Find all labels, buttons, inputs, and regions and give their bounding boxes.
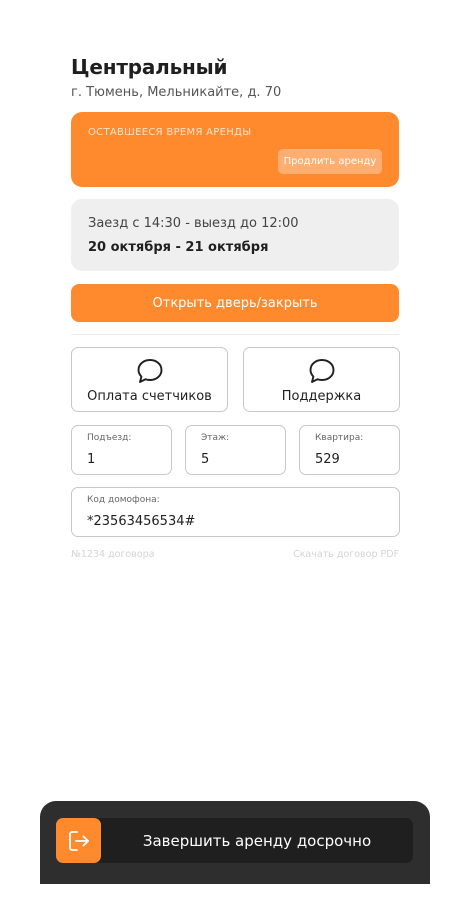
contract-number: №1234 договора	[71, 549, 155, 560]
remaining-rent-card: ОСТАВШЕЕСЯ ВРЕМЯ АРЕНДЫ Продлить аренду	[71, 112, 399, 187]
floor-label: Этаж:	[201, 433, 230, 443]
entrance-value: 1	[87, 452, 96, 467]
download-contract-pdf-link[interactable]: Скачать договор PDF	[293, 549, 399, 560]
stay-dates-card: Заезд с 14:30 - выезд до 12:00 20 октябр…	[71, 199, 399, 271]
entrance-label: Подъезд:	[87, 433, 132, 443]
end-rent-icon-box	[56, 818, 101, 863]
intercom-code-label: Код домофона:	[87, 495, 160, 505]
end-rent-early-label: Завершить аренду досрочно	[142, 831, 372, 850]
support-button[interactable]: Поддержка	[243, 347, 400, 412]
floor-value: 5	[201, 452, 210, 467]
checkin-checkout-times: Заезд с 14:30 - выезд до 12:00	[88, 216, 299, 231]
page-title: Центральный	[71, 55, 228, 79]
chat-bubble-icon	[137, 359, 162, 383]
chat-bubble-icon	[309, 359, 334, 383]
divider	[71, 334, 399, 335]
support-label: Поддержка	[281, 389, 362, 404]
bottom-bar: Завершить аренду досрочно	[40, 801, 430, 884]
logout-icon	[68, 830, 89, 851]
stay-date-range: 20 октября - 21 октября	[88, 240, 269, 255]
apartment-label: Квартира:	[315, 433, 364, 443]
address: г. Тюмень, Мельникайте, д. 70	[71, 85, 282, 100]
apartment-value: 529	[315, 452, 340, 467]
floor-field: Этаж: 5	[185, 425, 286, 475]
apartment-field: Квартира: 529	[299, 425, 400, 475]
pay-meters-button[interactable]: Оплата счетчиков	[71, 347, 228, 412]
intercom-code-field: Код домофона: *23563456534#	[71, 487, 400, 537]
end-rent-early-button[interactable]: Завершить аренду досрочно	[56, 818, 413, 863]
apartment-rent-screen: Центральный г. Тюмень, Мельникайте, д. 7…	[0, 0, 470, 924]
remaining-rent-caption: ОСТАВШЕЕСЯ ВРЕМЯ АРЕНДЫ	[88, 127, 252, 138]
entrance-field: Подъезд: 1	[71, 425, 172, 475]
intercom-code-value: *23563456534#	[87, 514, 196, 529]
open-close-door-button[interactable]: Открыть дверь/закрыть	[71, 284, 399, 322]
extend-rent-button[interactable]: Продлить аренду	[278, 149, 382, 174]
pay-meters-label: Оплата счетчиков	[87, 389, 212, 404]
